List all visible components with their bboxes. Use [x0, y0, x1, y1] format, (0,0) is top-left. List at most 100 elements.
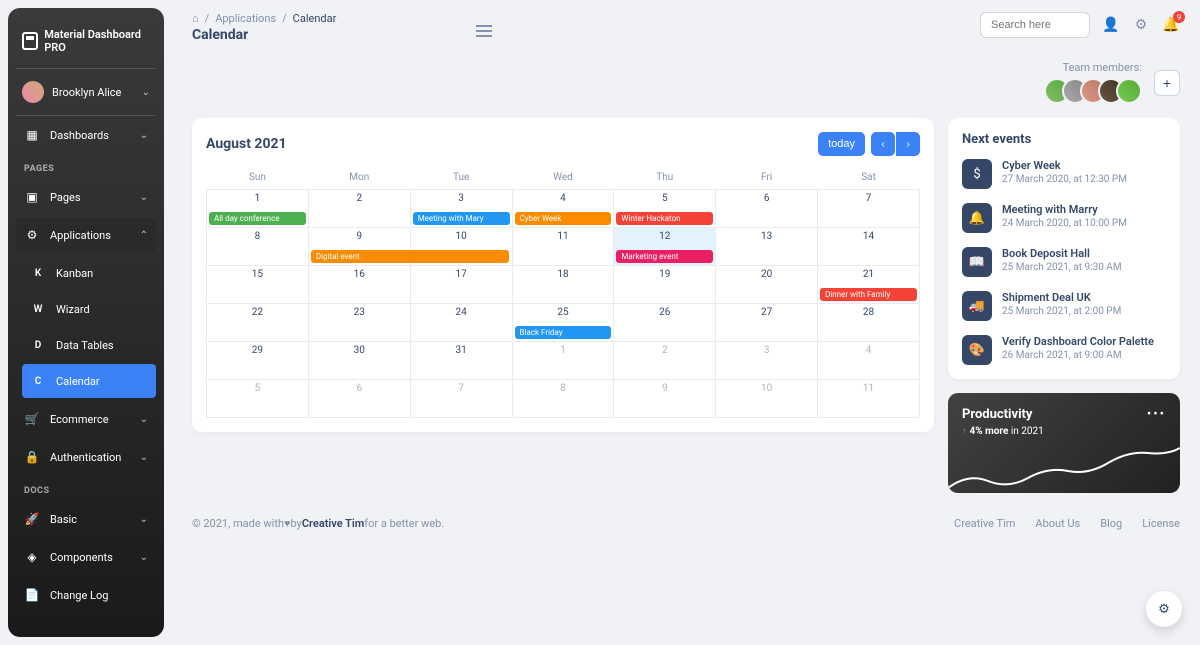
home-icon[interactable]: ⌂: [192, 12, 199, 25]
day-cell[interactable]: 14: [818, 228, 920, 266]
event-blackfriday[interactable]: Black Friday: [515, 326, 612, 339]
day-cell[interactable]: 26: [614, 304, 716, 342]
add-member-button[interactable]: +: [1154, 70, 1180, 96]
settings-icon[interactable]: ⚙: [1132, 16, 1150, 34]
sidebar-item-ecommerce[interactable]: 🛒 Ecommerce ⌄: [16, 402, 156, 436]
day-cell[interactable]: 3: [716, 342, 818, 380]
day-cell[interactable]: 9Digital event: [308, 228, 410, 266]
cart-icon: 🛒: [24, 411, 40, 427]
day-cell[interactable]: 8: [512, 380, 614, 418]
sidebar-item-applications[interactable]: ⚙ Applications ⌃: [16, 218, 156, 252]
day-cell[interactable]: 20: [716, 266, 818, 304]
day-cell[interactable]: 12Marketing event: [614, 228, 716, 266]
day-cell[interactable]: 23: [308, 304, 410, 342]
sidebar-item-kanban[interactable]: K Kanban: [22, 256, 156, 290]
sidebar-user[interactable]: Brooklyn Alice ⌄: [16, 69, 156, 116]
day-cell[interactable]: 7: [818, 190, 920, 228]
day-cell[interactable]: 7: [410, 380, 512, 418]
event-item[interactable]: 🔔 Meeting with Marry24 March 2020, at 10…: [962, 203, 1166, 233]
next-events-card: Next events $ Cyber Week27 March 2020, a…: [948, 118, 1180, 379]
day-cell[interactable]: 6: [716, 190, 818, 228]
breadcrumb-current: Calendar: [293, 12, 337, 25]
next-events-title: Next events: [962, 132, 1166, 147]
day-cell[interactable]: 4Cyber Week: [512, 190, 614, 228]
day-cell[interactable]: 28: [818, 304, 920, 342]
lock-icon: 🔒: [24, 449, 40, 465]
event-name: Verify Dashboard Color Palette: [1002, 335, 1154, 348]
event-name: Meeting with Marry: [1002, 203, 1127, 216]
day-cell[interactable]: 9: [614, 380, 716, 418]
day-cell[interactable]: 19: [614, 266, 716, 304]
day-cell[interactable]: 22: [207, 304, 309, 342]
event-winter[interactable]: Winter Hackaton: [616, 212, 713, 225]
day-cell[interactable]: 5Winter Hackaton: [614, 190, 716, 228]
day-cell[interactable]: 27: [716, 304, 818, 342]
account-icon[interactable]: 👤: [1102, 16, 1120, 34]
day-cell[interactable]: 11: [818, 380, 920, 418]
breadcrumb-applications[interactable]: Applications: [215, 12, 276, 25]
day-header: Sun: [207, 166, 309, 190]
sidebar-item-dashboards[interactable]: ▦ Dashboards ⌄: [16, 118, 156, 152]
sidebar-item-changelog[interactable]: 📄 Change Log: [16, 578, 156, 612]
footer-link[interactable]: Creative Tim: [954, 517, 1015, 530]
sidebar-item-components[interactable]: ◈ Components ⌄: [16, 540, 156, 574]
day-cell[interactable]: 30: [308, 342, 410, 380]
event-meeting[interactable]: Meeting with Mary: [413, 212, 510, 225]
event-item[interactable]: $ Cyber Week27 March 2020, at 12:30 PM: [962, 159, 1166, 189]
day-cell[interactable]: 10: [716, 380, 818, 418]
day-cell[interactable]: 11: [512, 228, 614, 266]
day-cell[interactable]: 25Black Friday: [512, 304, 614, 342]
day-cell[interactable]: 29: [207, 342, 309, 380]
footer-link[interactable]: About Us: [1035, 517, 1080, 530]
letter-icon: W: [30, 301, 46, 317]
day-cell[interactable]: 4: [818, 342, 920, 380]
topbar: ⌂ / Applications / Calendar Calendar 👤 ⚙…: [192, 12, 1180, 43]
menu-toggle[interactable]: [476, 22, 492, 40]
event-digital[interactable]: Digital event: [311, 250, 509, 263]
brand-logo[interactable]: Material Dashboard PRO: [16, 20, 156, 69]
day-cell[interactable]: 21Dinner with Family: [818, 266, 920, 304]
day-cell[interactable]: 8: [207, 228, 309, 266]
avatar[interactable]: [1116, 78, 1142, 104]
sidebar-item-wizard[interactable]: W Wizard: [22, 292, 156, 326]
today-button[interactable]: today: [818, 132, 865, 156]
chevron-down-icon: ⌄: [140, 130, 148, 141]
sidebar-item-pages[interactable]: ▣ Pages ⌄: [16, 180, 156, 214]
day-cell[interactable]: 6: [308, 380, 410, 418]
event-cyber[interactable]: Cyber Week: [515, 212, 612, 225]
day-cell[interactable]: 24: [410, 304, 512, 342]
more-icon[interactable]: •••: [1147, 407, 1166, 422]
day-cell[interactable]: 31: [410, 342, 512, 380]
footer-link[interactable]: Blog: [1100, 517, 1122, 530]
chevron-down-icon: ⌄: [140, 192, 148, 203]
event-item[interactable]: 🚚 Shipment Deal UK25 March 2021, at 2:00…: [962, 291, 1166, 321]
day-cell[interactable]: 15: [207, 266, 309, 304]
day-cell[interactable]: 3Meeting with Mary: [410, 190, 512, 228]
event-item[interactable]: 🎨 Verify Dashboard Color Palette26 March…: [962, 335, 1166, 365]
day-cell[interactable]: 17: [410, 266, 512, 304]
next-button[interactable]: ›: [896, 132, 920, 156]
day-cell[interactable]: 13: [716, 228, 818, 266]
day-cell[interactable]: 2: [308, 190, 410, 228]
event-item[interactable]: 📖 Book Deposit Hall25 March 2021, at 9:3…: [962, 247, 1166, 277]
notifications-icon[interactable]: 🔔9: [1162, 16, 1180, 34]
event-allday[interactable]: All day conference: [209, 212, 306, 225]
sidebar-item-basic[interactable]: 🚀 Basic ⌄: [16, 502, 156, 536]
day-cell[interactable]: 5: [207, 380, 309, 418]
letter-icon: K: [30, 265, 46, 281]
day-cell[interactable]: 2: [614, 342, 716, 380]
creative-tim-link[interactable]: Creative Tim: [302, 517, 364, 530]
footer-link[interactable]: License: [1142, 517, 1180, 530]
sidebar-item-datatables[interactable]: D Data Tables: [22, 328, 156, 362]
day-cell[interactable]: 16: [308, 266, 410, 304]
sidebar-item-authentication[interactable]: 🔒 Authentication ⌄: [16, 440, 156, 474]
event-marketing[interactable]: Marketing event: [616, 250, 713, 263]
day-cell[interactable]: 1: [512, 342, 614, 380]
day-cell[interactable]: 1All day conference: [207, 190, 309, 228]
prev-button[interactable]: ‹: [871, 132, 895, 156]
sidebar-item-calendar[interactable]: C Calendar: [22, 364, 156, 398]
search-input[interactable]: [980, 12, 1090, 38]
event-dinner[interactable]: Dinner with Family: [820, 288, 917, 301]
settings-fab[interactable]: ⚙: [1146, 591, 1182, 627]
day-cell[interactable]: 18: [512, 266, 614, 304]
